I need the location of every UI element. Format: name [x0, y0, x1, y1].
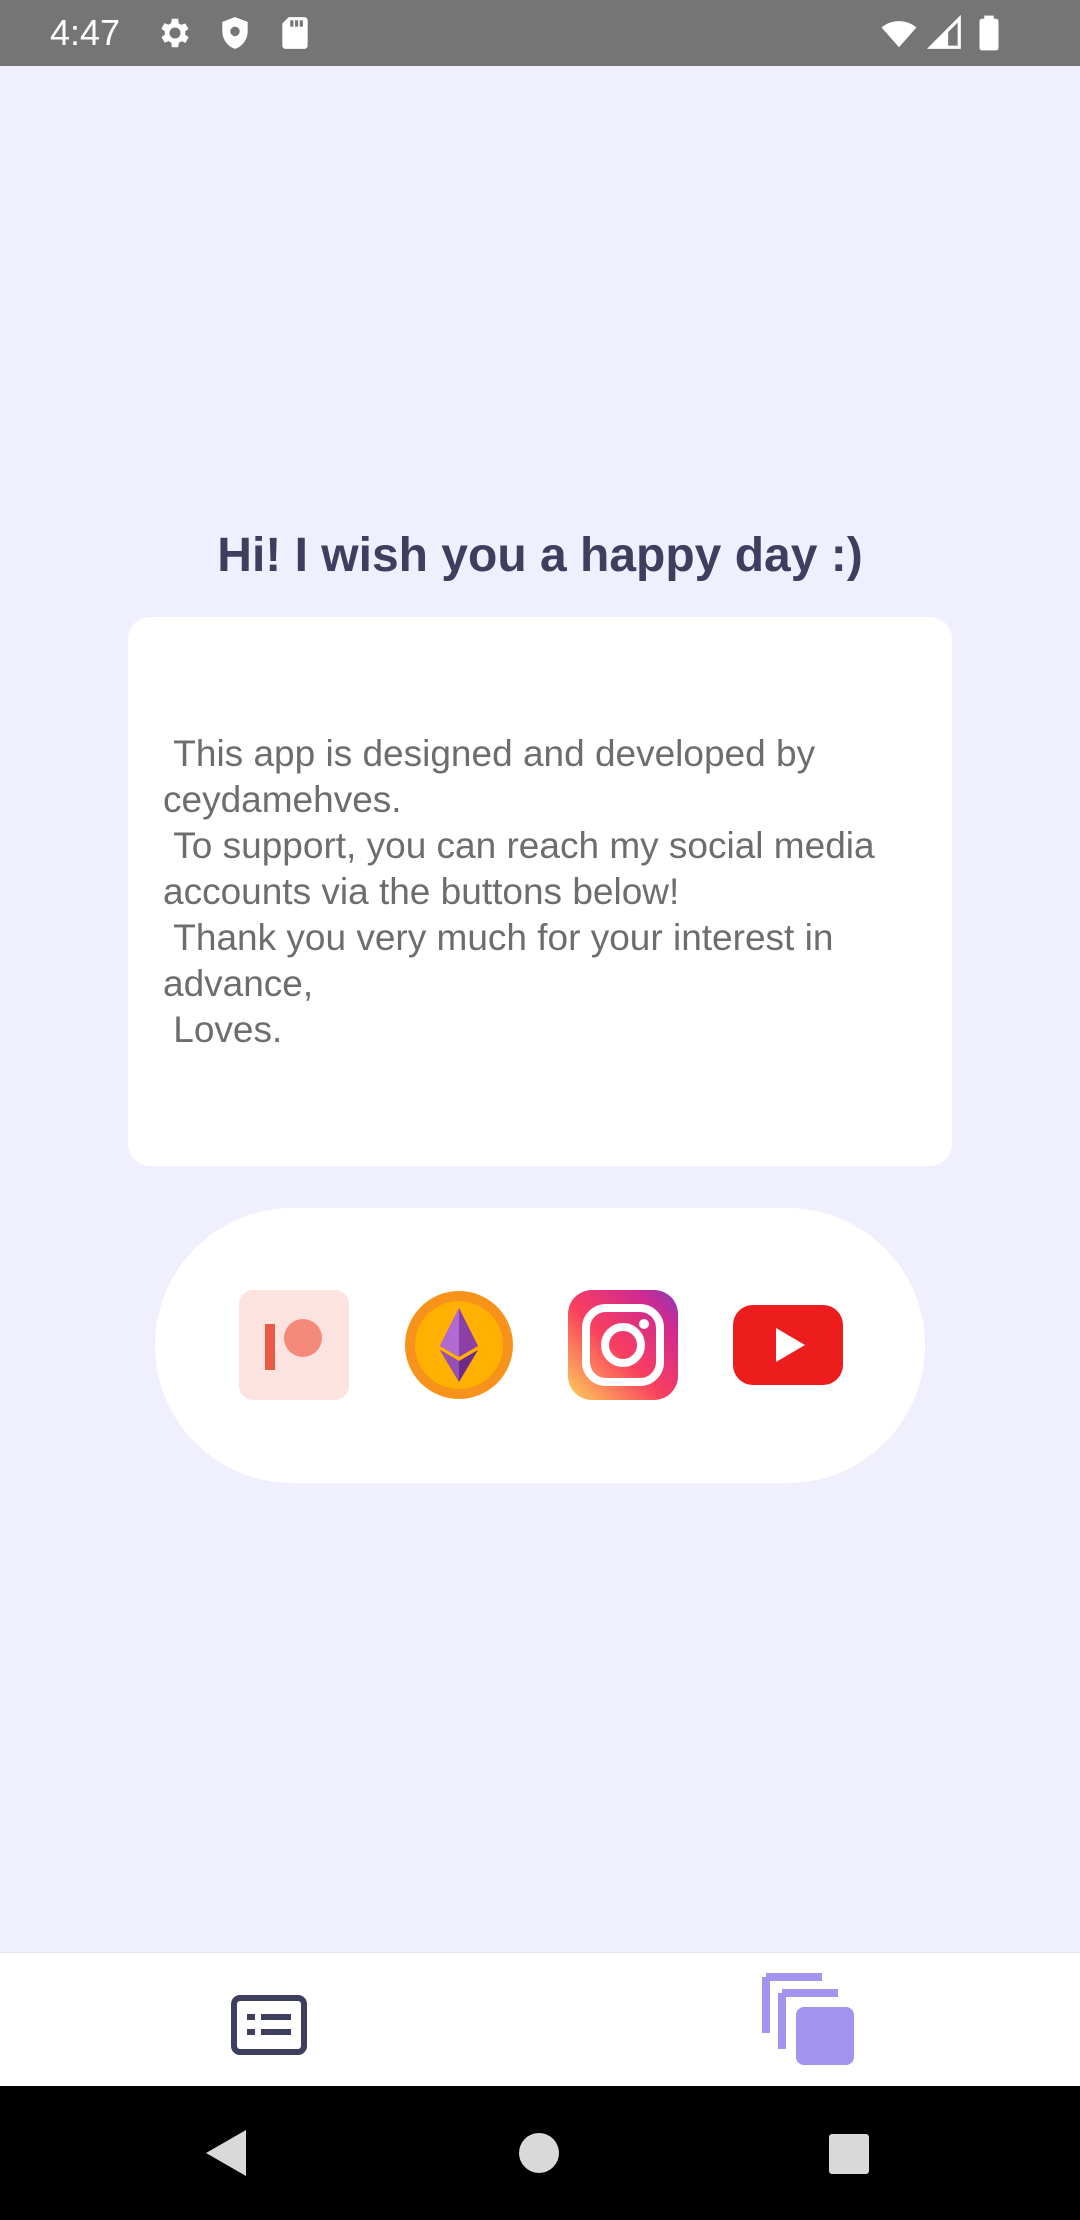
home-button[interactable] [518, 2132, 560, 2174]
message-card: This app is designed and developed by ce… [128, 617, 952, 1166]
bottom-navigation [0, 1952, 1080, 2086]
social-buttons-container [155, 1208, 925, 1483]
stacked-cards-icon [762, 1973, 854, 2065]
youtube-icon [733, 1305, 843, 1385]
home-icon [519, 2133, 559, 2173]
battery-icon [974, 14, 1004, 52]
ethereum-icon [405, 1291, 513, 1399]
message-text: This app is designed and developed by ce… [163, 733, 875, 1050]
youtube-button[interactable] [733, 1290, 843, 1400]
status-bar: 4:47 [0, 0, 1080, 66]
patreon-button[interactable] [239, 1290, 349, 1400]
back-icon [206, 2130, 246, 2176]
nav-stacked-cards-button[interactable] [762, 1973, 858, 2069]
recents-button[interactable] [828, 2133, 870, 2175]
patreon-icon [239, 1290, 349, 1400]
system-navigation-bar [0, 2086, 1080, 2220]
signal-icon [926, 14, 964, 52]
instagram-button[interactable] [568, 1290, 678, 1400]
shield-icon [216, 14, 254, 52]
gear-icon [156, 14, 194, 52]
status-time: 4:47 [50, 12, 121, 53]
recents-icon [829, 2134, 869, 2174]
sd-card-icon [276, 14, 314, 52]
ethereum-button[interactable] [404, 1290, 514, 1400]
wifi-icon [880, 14, 918, 52]
nav-card-list-button[interactable] [231, 1995, 307, 2055]
instagram-icon [568, 1290, 678, 1400]
card-list-icon [231, 1995, 307, 2055]
greeting-title: Hi! I wish you a happy day :) [217, 529, 863, 582]
back-button[interactable] [204, 2128, 248, 2178]
